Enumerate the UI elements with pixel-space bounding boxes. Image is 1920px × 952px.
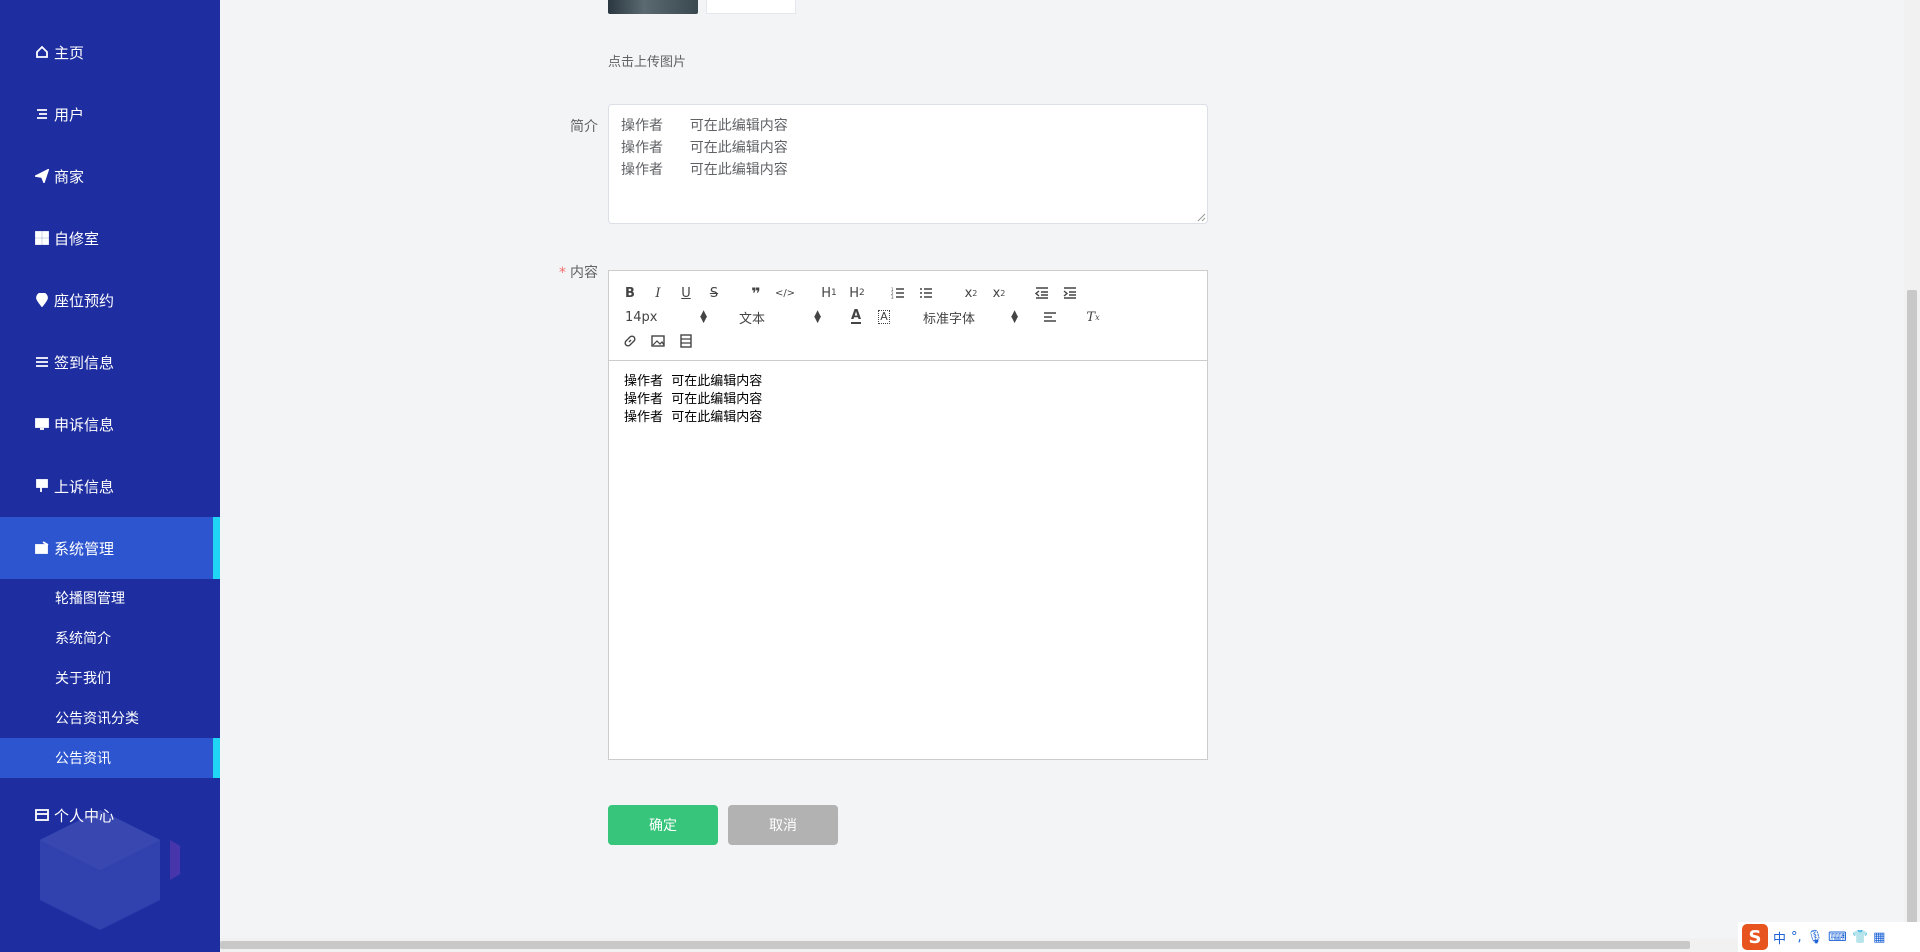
upload-slot[interactable] [706,0,796,14]
sidebar-item-home[interactable]: 主页 [0,21,220,83]
superscript-icon[interactable]: x2 [989,283,1009,303]
grid-icon [34,230,50,246]
upload-tip: 点击上传图片 [608,55,687,70]
paper-plane-icon [34,168,50,184]
thumbs-down-icon [34,478,50,494]
required-mark: * [559,265,566,281]
sidebar-item-merchants[interactable]: 商家 [0,145,220,207]
header-2-icon[interactable]: H2 [846,283,868,303]
font-family-select[interactable]: 标准字体 ▲ ▼ [923,307,1018,327]
header-1-icon[interactable]: H1 [818,283,840,303]
sidebar-item-label: 签到信息 [54,353,115,372]
sidebar-item-label: 个人中心 [54,806,115,825]
sidebar-item-appeals[interactable]: 上诉信息 [0,455,220,517]
sidebar-item-study-room[interactable]: 自修室 [0,207,220,269]
ime-language-toggle[interactable]: 中 [1773,928,1786,947]
sidebar-item-label: 座位预约 [54,291,115,310]
sidebar-subitem-label: 关于我们 [55,671,111,687]
indent-icon[interactable] [1061,283,1079,303]
image-icon[interactable] [649,331,667,351]
font-size-value: 14px [625,309,658,325]
ime-punctuation-toggle[interactable]: °, [1791,930,1802,945]
sidebar-subitem-about-us[interactable]: 关于我们 [0,658,220,698]
list-icon [34,354,50,370]
uploaded-image-thumbnail[interactable] [608,0,698,14]
underline-icon[interactable]: U [677,283,695,303]
sidebar-item-users[interactable]: 用户 [0,83,220,145]
video-icon[interactable] [677,331,695,351]
sidebar-subitem-label: 轮播图管理 [55,591,125,607]
sidebar-subitem-label: 系统简介 [55,631,111,647]
intro-label: 简介 [570,119,598,135]
sidebar-item-label: 上诉信息 [54,477,115,496]
editor-toolbar: B I U S ❞ </> H1 H2 123 x2 x2 14px ▲ ▼ 文本… [609,271,1207,361]
subscript-icon[interactable]: x2 [961,283,981,303]
select-arrows-icon: ▲ ▼ [814,309,821,325]
select-arrows-icon: ▲ ▼ [1011,309,1018,325]
sidebar-subitem-label: 公告资讯分类 [55,711,139,727]
sidebar-item-label: 系统管理 [54,539,115,558]
strikethrough-icon[interactable]: S [705,283,723,303]
keyboard-icon[interactable]: ⌨ [1828,930,1847,945]
editor-content[interactable]: 操作者 可在此编辑内容 操作者 可在此编辑内容 操作者 可在此编辑内容 [609,361,1207,439]
sidebar-item-seat-reservation[interactable]: 座位预约 [0,269,220,331]
horizontal-scrollbar-thumb[interactable] [220,941,1690,949]
link-icon[interactable] [621,331,639,351]
text-color-icon[interactable]: A [847,307,865,327]
list-icon [34,106,50,122]
rich-text-editor: B I U S ❞ </> H1 H2 123 x2 x2 14px ▲ ▼ 文本… [608,270,1208,760]
sidebar-item-personal-center[interactable]: 个人中心 [0,784,220,846]
intro-textarea[interactable]: 操作者 可在此编辑内容 操作者 可在此编辑内容 操作者 可在此编辑内容 [608,104,1208,224]
content-label-text: 内容 [570,265,598,281]
sogou-logo-icon[interactable]: S [1742,924,1768,950]
sidebar-subitem-system-intro[interactable]: 系统简介 [0,618,220,658]
sidebar-item-label: 主页 [54,43,85,62]
font-family-value: 标准字体 [923,311,976,327]
vertical-scrollbar-thumb[interactable] [1907,290,1917,940]
blockquote-icon[interactable]: ❞ [747,283,765,303]
outdent-icon[interactable] [1033,283,1051,303]
bold-icon[interactable]: B [621,283,639,303]
header-select[interactable]: 文本 ▲ ▼ [739,307,821,327]
monitor-icon [34,416,50,432]
sidebar-item-label: 用户 [54,105,85,124]
clear-format-icon[interactable]: Tx [1083,307,1103,327]
svg-text:3: 3 [891,295,894,300]
content-label: * 内容 [548,262,598,282]
sidebar-subitem-carousel[interactable]: 轮播图管理 [0,578,220,618]
sidebar-subitem-news-category[interactable]: 公告资讯分类 [0,698,220,738]
sidebar: 主页 用户 商家 自修室 座位预约 签到信息 申诉信息 上诉信息 系统管理 轮播… [0,0,220,952]
microphone-icon[interactable]: 🎙 [1807,930,1824,945]
sidebar-item-complaints[interactable]: 申诉信息 [0,393,220,455]
sidebar-item-label: 商家 [54,167,85,186]
wallet-icon [34,540,50,556]
card-icon [34,807,50,823]
italic-icon[interactable]: I [649,283,667,303]
bullet-list-icon[interactable] [917,283,935,303]
ime-toolbar: S 中 °, 🎙 ⌨ 👕 ▦ [1738,922,1920,952]
ordered-list-icon[interactable]: 123 [889,283,907,303]
align-icon[interactable] [1041,307,1059,327]
code-block-icon[interactable]: </> [775,283,795,303]
sidebar-item-label: 自修室 [54,229,100,248]
confirm-button[interactable]: 确定 [608,805,718,845]
skin-icon[interactable]: 👕 [1852,930,1868,945]
vertical-scrollbar[interactable] [1904,0,1920,952]
background-color-icon[interactable]: A [875,307,893,327]
sidebar-subitem-label: 公告资讯 [55,751,111,767]
horizontal-scrollbar[interactable] [220,938,1920,952]
resize-handle-icon[interactable] [1196,212,1206,222]
sidebar-item-system-management[interactable]: 系统管理 [0,517,220,579]
toolbox-icon[interactable]: ▦ [1873,930,1885,945]
font-size-select[interactable]: 14px ▲ ▼ [625,307,707,327]
sidebar-item-label: 申诉信息 [54,415,115,434]
location-pin-icon [34,292,50,308]
cancel-button[interactable]: 取消 [728,805,838,845]
home-icon [34,44,50,60]
sidebar-item-checkin[interactable]: 签到信息 [0,331,220,393]
header-select-value: 文本 [739,311,766,327]
select-arrows-icon: ▲ ▼ [700,309,707,325]
sidebar-subitem-news[interactable]: 公告资讯 [0,738,220,778]
